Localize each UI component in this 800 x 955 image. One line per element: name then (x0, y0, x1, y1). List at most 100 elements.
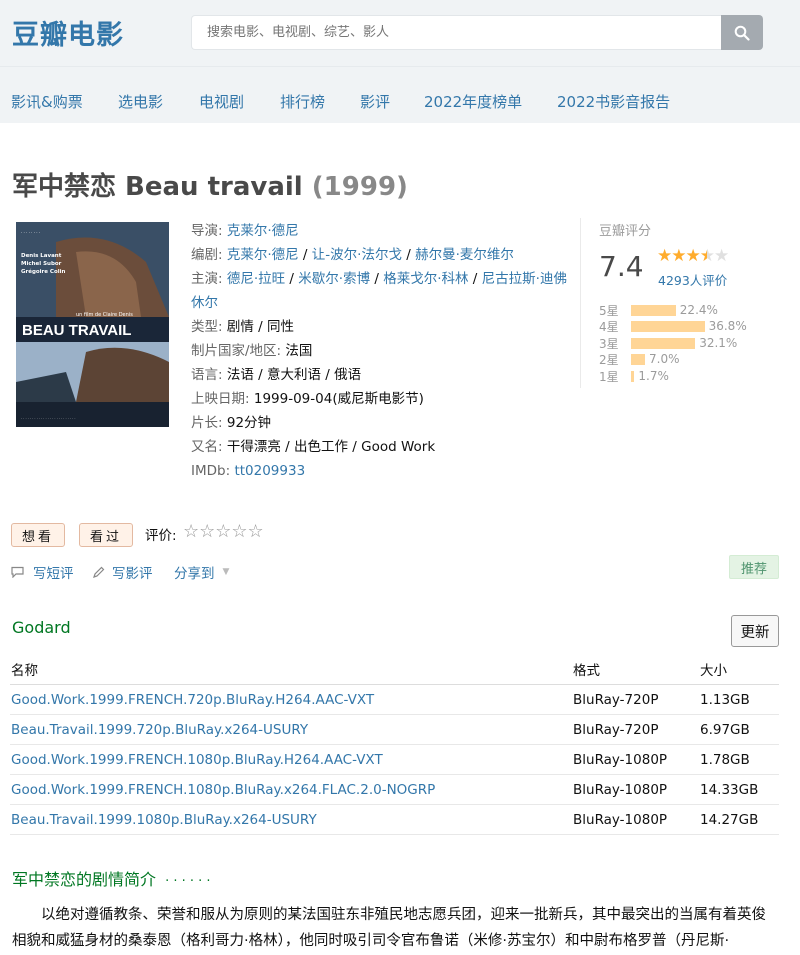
svg-text:Michel Subor: Michel Subor (21, 261, 62, 267)
star-icon: ★ (671, 246, 686, 266)
bar-fill (631, 353, 645, 365)
genre-value: 剧情 / 同性 (226, 319, 294, 335)
downloads-title: Godard (12, 618, 71, 637)
write-review-link[interactable]: 写影评 (92, 562, 153, 582)
downloads-table: 名称 格式 大小 Good.Work.1999.FRENCH.720p.BluR… (10, 654, 779, 835)
seen-button[interactable]: 看过 (79, 523, 134, 547)
movie-poster[interactable]: · · · · · · · · Denis Lavant Michel Subo… (16, 222, 169, 427)
comment-icon (11, 566, 24, 578)
size-cell: 1.13GB (700, 691, 750, 708)
language-line: 语言: 法语 / 意大利语 / 俄语 (191, 363, 571, 387)
bar-fill (631, 370, 635, 382)
download-link[interactable]: Good.Work.1999.FRENCH.1080p.BluRay.H264.… (10, 752, 573, 768)
nav-item-tv[interactable]: 电视剧 (199, 91, 244, 112)
download-link[interactable]: Beau.Travail.1999.720p.BluRay.x264-USURY (10, 722, 573, 738)
format-cell: BluRay-720P (573, 721, 659, 738)
col-size-header: 大小 (700, 663, 727, 679)
movie-info: 导演: 克莱尔·德尼 编剧: 克莱尔·德尼 / 让-波尔·法尔戈 / 赫尔曼·麦… (191, 219, 571, 483)
svg-text:BEAU TRAVAIL: BEAU TRAVAIL (22, 322, 131, 339)
country-value: 法国 (285, 343, 313, 359)
summary-dots: · · · · · · (165, 874, 211, 889)
nav-bar: 影讯&购票 选电影 电视剧 排行榜 影评 2022年度榜单 2022书影音报告 (0, 66, 800, 123)
star-icon: ★ (714, 246, 729, 266)
rating-stars: ★★★★★ (657, 246, 729, 266)
aka-label: 又名: (191, 439, 223, 455)
cast-link[interactable]: 德尼·拉旺 (227, 271, 285, 287)
language-value: 法语 / 意大利语 / 俄语 (226, 367, 362, 383)
search-icon (734, 25, 750, 41)
share-label: 分享到 (174, 566, 215, 582)
write-review-label: 写影评 (112, 566, 153, 582)
cast-line: 主演: 德尼·拉旺 / 米歇尔·索博 / 格莱戈尔·科林 / 尼古拉斯·迪佛休尔 (191, 271, 567, 311)
director-link[interactable]: 克莱尔·德尼 (227, 223, 299, 239)
runtime-label: 片长: (191, 415, 223, 431)
rating-bar-5: 5星 22.4% (599, 302, 718, 318)
search-button[interactable] (721, 15, 763, 50)
rate-stars-input[interactable]: ☆☆☆☆☆ (183, 521, 264, 542)
download-link[interactable]: Good.Work.1999.FRENCH.1080p.BluRay.x264.… (10, 782, 573, 798)
writer-label: 编剧 (191, 247, 218, 263)
star-icon: ★ (685, 246, 701, 266)
table-row: Good.Work.1999.FRENCH.720p.BluRay.H264.A… (10, 685, 779, 715)
writer-line: 编剧: 克莱尔·德尼 / 让-波尔·法尔戈 / 赫尔曼·麦尔维尔 (191, 247, 514, 263)
votes-link[interactable]: 4293人评价 (658, 270, 727, 289)
format-cell: BluRay-1080P (573, 751, 668, 768)
bar-fill (631, 337, 696, 349)
poster-top-text: · · · · · · · · (21, 230, 40, 235)
nav-item-annual-report[interactable]: 2022书影音报告 (557, 91, 670, 112)
release-line: 上映日期: 1999-09-04(威尼斯电影节) (191, 387, 571, 411)
release-value: 1999-09-04(威尼斯电影节) (253, 391, 424, 407)
star-icon: ★ (657, 246, 672, 266)
genre-line: 类型: 剧情 / 同性 (191, 315, 571, 339)
bar-pct: 1.7% (638, 369, 669, 383)
nav-item-explore[interactable]: 选电影 (118, 91, 163, 112)
imdb-link[interactable]: tt0209933 (234, 463, 305, 479)
movie-title: 军中禁恋 Beau travail (12, 172, 303, 202)
rating-label: 豆瓣评分 (599, 224, 652, 239)
download-link[interactable]: Good.Work.1999.FRENCH.720p.BluRay.H264.A… (10, 692, 573, 708)
svg-text:un film de Claire Denis: un film de Claire Denis (76, 312, 133, 318)
rating-panel: 豆瓣评分 7.4 ★★★★★ 4293人评价 5星 22.4% 4星 36.8% 3… (580, 218, 780, 388)
size-cell: 14.33GB (700, 781, 759, 798)
chevron-down-icon: ▼ (222, 567, 230, 577)
writer-link[interactable]: 克莱尔·德尼 (227, 247, 299, 263)
format-cell: BluRay-1080P (573, 781, 668, 798)
bar-label: 4星 (599, 319, 619, 334)
cast-link[interactable]: 格莱戈尔·科林 (383, 271, 468, 287)
table-row: Good.Work.1999.FRENCH.1080p.BluRay.x264.… (10, 775, 779, 805)
short-review-label: 写短评 (33, 566, 74, 582)
search-input[interactable] (191, 15, 721, 50)
country-line: 制片国家/地区: 法国 (191, 339, 571, 363)
size-cell: 14.27GB (700, 811, 759, 828)
runtime-line: 片长: 92分钟 (191, 411, 571, 435)
want-button[interactable]: 想看 (11, 523, 66, 547)
bar-pct: 32.1% (699, 336, 738, 350)
bar-label: 1星 (599, 369, 619, 384)
writer-link[interactable]: 让-波尔·法尔戈 (312, 247, 402, 263)
share-dropdown[interactable]: 分享到 ▼ (174, 562, 229, 582)
top-bar: 豆瓣电影 (0, 0, 800, 66)
summary-title-text: 军中禁恋的剧情简介 (12, 870, 157, 889)
recommend-button[interactable]: 推荐 (729, 555, 779, 579)
size-cell: 6.97GB (700, 721, 750, 738)
language-label: 语言: (191, 367, 223, 383)
col-name-header: 名称 (11, 663, 38, 679)
runtime-value: 92分钟 (226, 415, 272, 431)
nav-item-reviews[interactable]: 影评 (360, 91, 390, 112)
aka-value: 干得漂亮 / 出色工作 / Good Work (226, 439, 436, 455)
rating-bar-2: 2星 7.0% (599, 351, 680, 367)
imdb-line: IMDb: tt0209933 (191, 459, 571, 483)
genre-label: 类型: (191, 319, 223, 335)
short-review-link[interactable]: 写短评 (11, 562, 74, 582)
director-line: 导演: 克莱尔·德尼 (191, 223, 299, 239)
svg-text:· · · · · · · · · · · · · · ·: · · · · · · · · · · · · · · · · · · · · … (21, 417, 76, 421)
nav-item-annual-list[interactable]: 2022年度榜单 (424, 91, 522, 112)
download-link[interactable]: Beau.Travail.1999.1080p.BluRay.x264-USUR… (10, 812, 573, 828)
nav-item-charts[interactable]: 排行榜 (280, 91, 325, 112)
writer-link[interactable]: 赫尔曼·麦尔维尔 (415, 247, 514, 263)
site-logo[interactable]: 豆瓣电影 (12, 13, 124, 52)
nav-item-tickets[interactable]: 影讯&购票 (11, 91, 83, 112)
half-star-icon: ★ (699, 246, 715, 266)
refresh-button[interactable]: 更新 (731, 615, 779, 647)
cast-link[interactable]: 米歇尔·索博 (298, 271, 370, 287)
